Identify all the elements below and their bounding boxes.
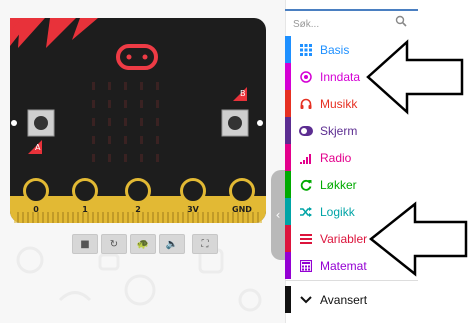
category-label: Inndata <box>320 69 361 84</box>
category-color-bar <box>285 144 291 171</box>
category-label: Skjerm <box>320 123 358 138</box>
pin-2[interactable]: 2 <box>125 178 151 218</box>
category-label: Basis <box>320 42 350 57</box>
pin-ring <box>180 178 206 204</box>
mute-button[interactable]: 🔈 <box>159 234 185 254</box>
category-logikk[interactable]: Logikk <box>285 198 418 225</box>
button-a[interactable] <box>26 108 56 138</box>
pin-label: 0 <box>33 205 39 214</box>
refresh-icon <box>295 179 317 191</box>
category-lokker[interactable]: Løkker <box>285 171 418 198</box>
category-color-bar <box>285 36 291 63</box>
category-label: Matemat <box>320 258 367 273</box>
signal-icon <box>295 152 317 164</box>
search-icon[interactable] <box>395 15 407 27</box>
chevron-left-icon: ‹ <box>275 208 281 222</box>
category-label: Avansert <box>320 292 368 307</box>
pin-label: 3V <box>187 205 199 214</box>
slowmo-button[interactable]: 🐢 <box>130 234 156 254</box>
button-a-dot <box>11 120 17 126</box>
category-basis[interactable]: Basis <box>285 36 418 63</box>
button-a-graphic <box>27 109 55 137</box>
pin-label: GND <box>232 205 252 214</box>
collapse-simulator-tab[interactable]: ‹ <box>271 170 285 260</box>
pin-1[interactable]: 1 <box>72 178 98 218</box>
category-label: Logikk <box>320 204 355 219</box>
category-label: Variabler <box>320 231 368 246</box>
category-color-bar <box>285 171 291 198</box>
pin-label: 2 <box>135 205 141 214</box>
button-b[interactable] <box>220 108 250 138</box>
screenshot-button[interactable]: ⛶ <box>192 234 218 254</box>
category-inndata[interactable]: Inndata <box>285 63 418 90</box>
pin-ring <box>72 178 98 204</box>
category-label: Musikk <box>320 96 358 111</box>
category-color-bar <box>285 63 291 90</box>
chevron-down-icon <box>295 295 317 304</box>
stop-button[interactable]: ■ <box>72 234 98 254</box>
restart-button[interactable]: ↻ <box>101 234 127 254</box>
pin-ring <box>125 178 151 204</box>
search-box <box>293 14 411 33</box>
shuffle-icon <box>295 206 317 218</box>
pin-0[interactable]: 0 <box>23 178 49 218</box>
button-b-graphic <box>221 109 249 137</box>
button-a-text: A <box>35 143 41 152</box>
button-b-dot <box>257 120 263 126</box>
category-label: Løkker <box>320 177 357 192</box>
toolbox-top-border <box>285 9 418 11</box>
list-icon <box>295 233 317 245</box>
fullscreen-icon: ⛶ <box>201 238 209 250</box>
led-matrix <box>88 80 168 165</box>
toolbox-divider <box>285 280 418 281</box>
restart-icon: ↻ <box>109 238 119 250</box>
category-color-bar <box>285 286 291 313</box>
search-input[interactable] <box>293 16 393 33</box>
speaker-icon: 🔈 <box>165 238 179 250</box>
simulator-panel: A B 0 1 2 3V GND ■ ↻ 🐢 🔈 ⛶ <box>0 0 285 323</box>
pin-gnd[interactable]: GND <box>229 178 255 218</box>
category-radio[interactable]: Radio <box>285 144 418 171</box>
category-avansert[interactable]: Avansert <box>285 286 418 313</box>
headphones-icon <box>295 98 317 110</box>
pin-label: 1 <box>82 205 88 214</box>
category-musikk[interactable]: Musikk <box>285 90 418 117</box>
led-grid <box>92 82 159 162</box>
category-matematikk[interactable]: Matemat <box>285 252 418 279</box>
target-icon <box>295 70 317 83</box>
pin-3v[interactable]: 3V <box>180 178 206 218</box>
stop-icon: ■ <box>80 238 90 250</box>
toggle-icon <box>295 125 317 136</box>
category-color-bar <box>285 225 291 252</box>
category-color-bar <box>285 252 291 279</box>
category-color-bar <box>285 198 291 225</box>
category-color-bar <box>285 117 291 144</box>
category-variabler[interactable]: Variabler <box>285 225 418 252</box>
pin-ring <box>23 178 49 204</box>
simulator-controls: ■ ↻ 🐢 🔈 ⛶ <box>72 234 218 254</box>
category-color-bar <box>285 90 291 117</box>
turtle-icon: 🐢 <box>136 238 150 250</box>
category-skjerm[interactable]: Skjerm <box>285 117 418 144</box>
grid-icon <box>295 43 317 56</box>
calculator-icon <box>295 259 317 272</box>
pin-ring <box>229 178 255 204</box>
category-label: Radio <box>320 150 352 165</box>
button-b-text: B <box>240 89 246 98</box>
